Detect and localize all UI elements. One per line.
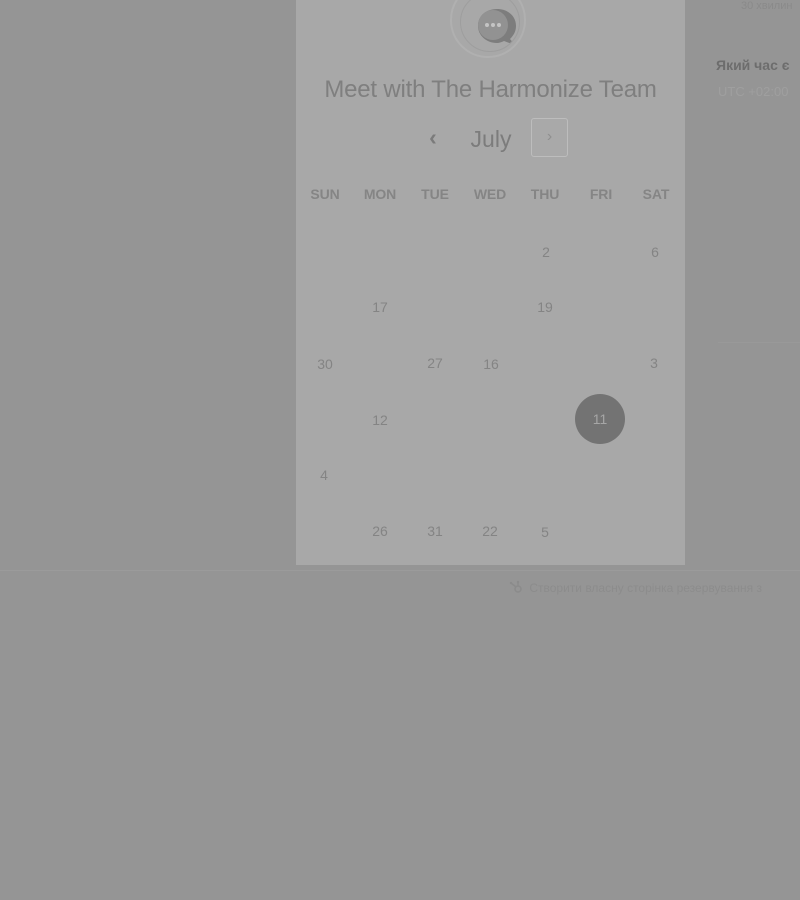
calendar-day-selected[interactable]: 11 — [575, 394, 625, 444]
previous-month-button[interactable]: ‹ — [419, 120, 447, 154]
meeting-calendar-card: Meet with The Harmonize Team ‹ July › SU… — [296, 0, 685, 565]
weekday-wed: WED — [473, 186, 507, 202]
calendar-day[interactable]: 6 — [631, 228, 679, 276]
booking-page: Meet with The Harmonize Team ‹ July › SU… — [0, 0, 800, 900]
chevron-left-icon: ‹ — [429, 124, 437, 150]
calendar-day[interactable]: 26 — [356, 507, 404, 555]
chat-bubble-icon — [478, 9, 516, 45]
weekday-mon: MON — [363, 186, 397, 202]
meeting-duration: 30 хвилин — [741, 0, 793, 12]
weekday-sat: SAT — [642, 186, 670, 202]
calendar-day[interactable]: 16 — [467, 340, 515, 388]
calendar-day[interactable]: 27 — [411, 339, 459, 387]
calendar-day[interactable]: 22 — [466, 507, 514, 555]
calendar-day[interactable]: 12 — [356, 396, 404, 444]
calendar-day[interactable]: 31 — [411, 507, 459, 555]
calendar-day[interactable]: 3 — [630, 339, 678, 387]
calendar-day[interactable]: 4 — [300, 451, 348, 499]
timezone-label: UTC +02:00 — [718, 84, 789, 99]
create-booking-page-link[interactable]: Створити власну сторінка резервування з — [509, 580, 762, 595]
footer-link-text: Створити власну сторінка резервування з — [529, 581, 763, 595]
weekday-thu: THU — [530, 186, 560, 202]
page-title: Meet with The Harmonize Team — [324, 76, 657, 103]
month-label: July — [470, 126, 512, 152]
side-divider — [718, 342, 800, 343]
weekday-sun: SUN — [310, 186, 340, 202]
next-month-button[interactable]: › — [531, 118, 568, 157]
month-navigation: ‹ July › — [296, 118, 685, 160]
weekday-tue: TUE — [421, 186, 449, 202]
calendar-day[interactable]: 30 — [301, 340, 349, 388]
calendar-day[interactable]: 5 — [521, 508, 569, 556]
time-question-heading: Який час є — [716, 57, 790, 73]
calendar-day[interactable]: 17 — [356, 283, 404, 331]
calendar-day[interactable]: 19 — [521, 283, 569, 331]
team-avatar — [450, 0, 526, 58]
page-divider — [0, 570, 800, 571]
chevron-right-icon: › — [546, 128, 553, 145]
hubspot-sprocket-icon — [509, 580, 522, 593]
avatar-ring — [460, 0, 520, 52]
weekday-fri: FRI — [589, 186, 613, 202]
calendar-day[interactable]: 2 — [522, 228, 570, 276]
